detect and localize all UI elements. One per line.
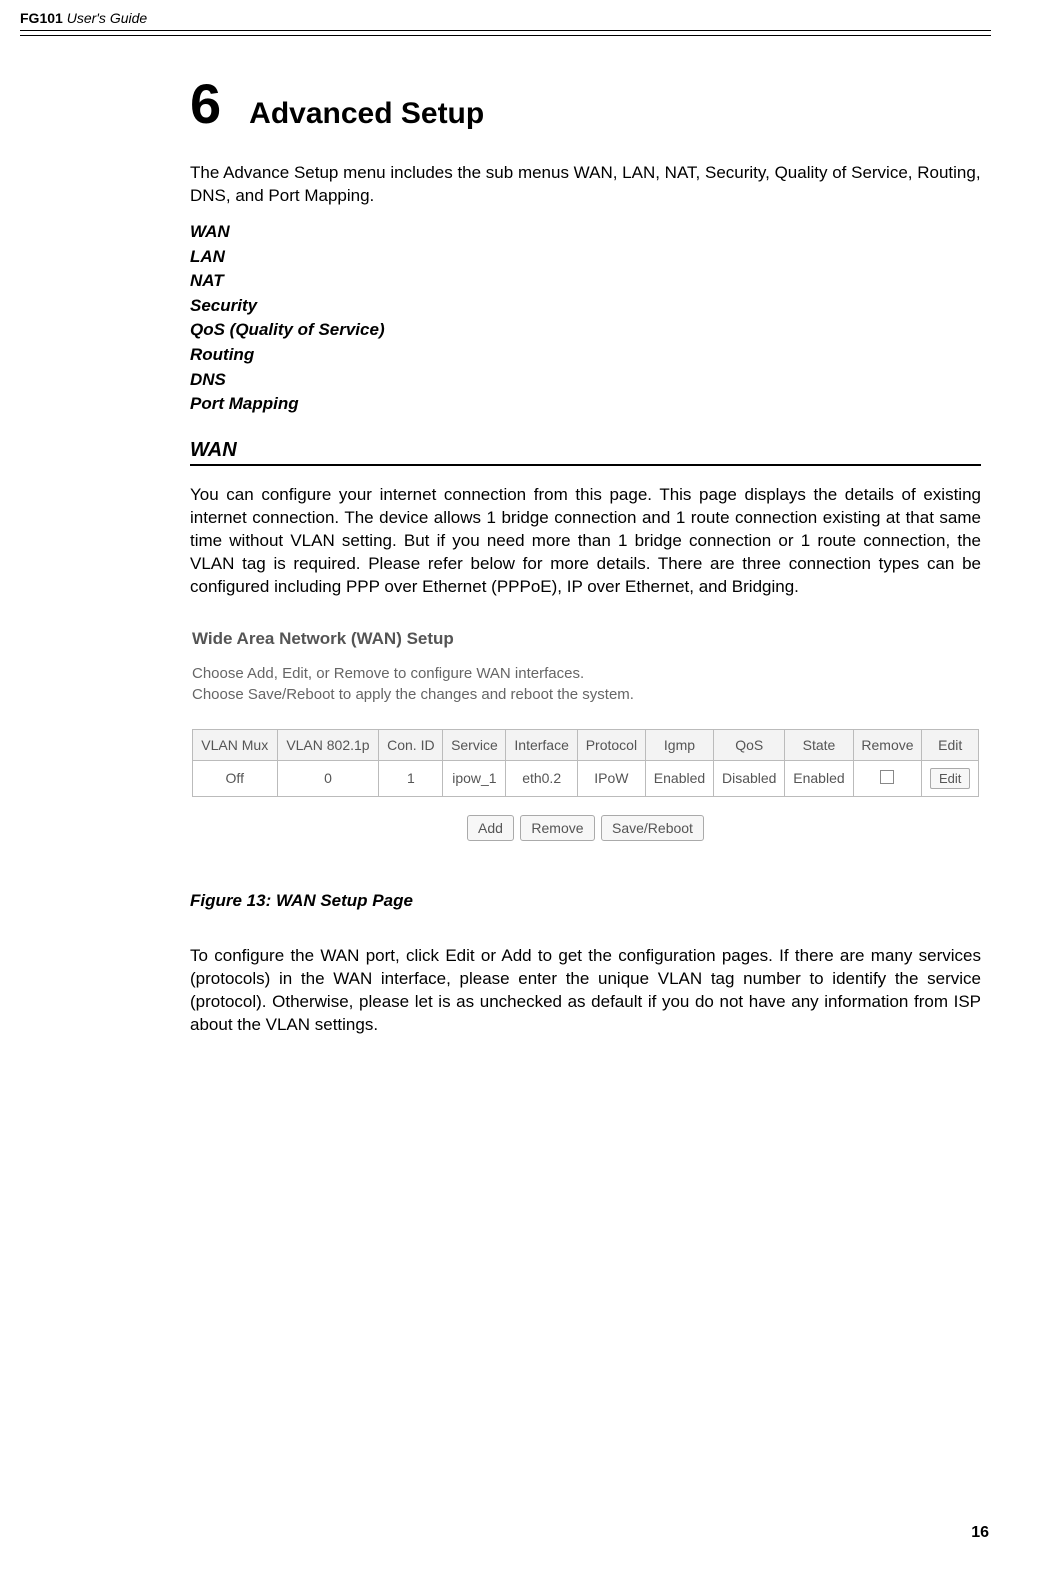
chapter-number: 6 bbox=[190, 76, 221, 132]
button-row: Add Remove Save/Reboot bbox=[192, 815, 979, 841]
th-vlan-8021p: VLAN 802.1p bbox=[277, 729, 379, 760]
menu-item-wan: WAN bbox=[190, 220, 981, 245]
td-protocol: IPoW bbox=[577, 760, 645, 796]
td-vlan-8021p: 0 bbox=[277, 760, 379, 796]
menu-item-dns: DNS bbox=[190, 368, 981, 393]
td-remove bbox=[853, 760, 922, 796]
chapter-title: Advanced Setup bbox=[249, 97, 484, 131]
th-service: Service bbox=[443, 729, 506, 760]
save-reboot-button[interactable]: Save/Reboot bbox=[601, 815, 704, 841]
table-row: Off 0 1 ipow_1 eth0.2 IPoW Enabled Disab… bbox=[193, 760, 979, 796]
td-con-id: 1 bbox=[379, 760, 443, 796]
header-product: FG101 bbox=[20, 10, 63, 26]
ss-info: Choose Add, Edit, or Remove to configure… bbox=[192, 663, 979, 705]
remove-button[interactable]: Remove bbox=[520, 815, 594, 841]
th-state: State bbox=[785, 729, 853, 760]
th-protocol: Protocol bbox=[577, 729, 645, 760]
wan-heading-wrap: WAN bbox=[190, 439, 981, 466]
table-header-row: VLAN Mux VLAN 802.1p Con. ID Service Int… bbox=[193, 729, 979, 760]
header-subrule bbox=[20, 35, 991, 36]
wan-para1: You can configure your internet connecti… bbox=[190, 484, 981, 599]
td-igmp: Enabled bbox=[645, 760, 713, 796]
header-rule: FG101 User's Guide bbox=[20, 10, 991, 31]
figure-caption: Figure 13: WAN Setup Page bbox=[190, 891, 981, 911]
th-vlan-mux: VLAN Mux bbox=[193, 729, 278, 760]
remove-checkbox[interactable] bbox=[880, 770, 894, 784]
menu-item-portmapping: Port Mapping bbox=[190, 392, 981, 417]
td-edit: Edit bbox=[922, 760, 979, 796]
td-qos: Disabled bbox=[714, 760, 785, 796]
wan-para2: To configure the WAN port, click Edit or… bbox=[190, 945, 981, 1037]
header-doc: User's Guide bbox=[67, 10, 147, 26]
wan-table: VLAN Mux VLAN 802.1p Con. ID Service Int… bbox=[192, 729, 979, 797]
th-interface: Interface bbox=[506, 729, 577, 760]
wan-screenshot: Wide Area Network (WAN) Setup Choose Add… bbox=[190, 621, 981, 861]
menu-list: WAN LAN NAT Security QoS (Quality of Ser… bbox=[190, 220, 981, 417]
th-remove: Remove bbox=[853, 729, 922, 760]
menu-item-lan: LAN bbox=[190, 245, 981, 270]
td-service: ipow_1 bbox=[443, 760, 506, 796]
th-con-id: Con. ID bbox=[379, 729, 443, 760]
edit-row-button[interactable]: Edit bbox=[930, 768, 970, 789]
ss-info-line1: Choose Add, Edit, or Remove to configure… bbox=[192, 663, 979, 684]
menu-item-nat: NAT bbox=[190, 269, 981, 294]
menu-item-qos: QoS (Quality of Service) bbox=[190, 318, 981, 343]
td-state: Enabled bbox=[785, 760, 853, 796]
ss-title: Wide Area Network (WAN) Setup bbox=[192, 629, 979, 649]
ss-info-line2: Choose Save/Reboot to apply the changes … bbox=[192, 684, 979, 705]
page-number: 16 bbox=[971, 1524, 989, 1542]
menu-item-security: Security bbox=[190, 294, 981, 319]
content-area: 6 Advanced Setup The Advance Setup menu … bbox=[190, 76, 981, 1036]
menu-item-routing: Routing bbox=[190, 343, 981, 368]
th-edit: Edit bbox=[922, 729, 979, 760]
th-qos: QoS bbox=[714, 729, 785, 760]
intro-paragraph: The Advance Setup menu includes the sub … bbox=[190, 162, 981, 208]
th-igmp: Igmp bbox=[645, 729, 713, 760]
td-interface: eth0.2 bbox=[506, 760, 577, 796]
wan-heading: WAN bbox=[190, 439, 981, 464]
chapter-heading: 6 Advanced Setup bbox=[190, 76, 981, 132]
header-text: FG101 User's Guide bbox=[20, 10, 147, 26]
add-button[interactable]: Add bbox=[467, 815, 514, 841]
td-vlan-mux: Off bbox=[193, 760, 278, 796]
